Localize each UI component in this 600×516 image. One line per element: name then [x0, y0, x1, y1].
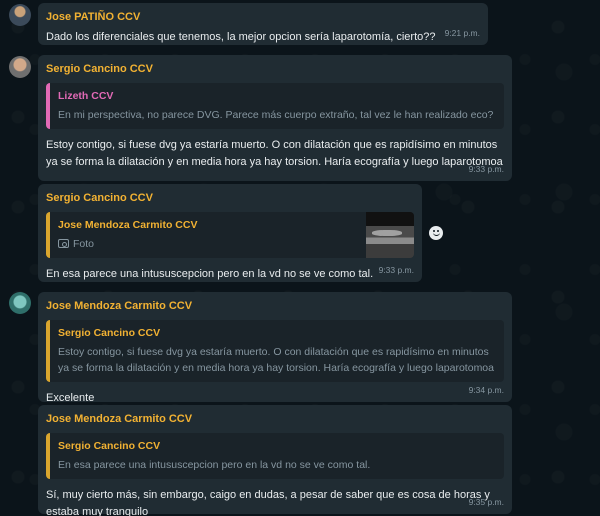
- quoted-sender: Lizeth CCV: [58, 90, 114, 102]
- quoted-message[interactable]: Jose Mendoza Carmito CCV Foto: [46, 212, 414, 258]
- message-time: 9:33 p.m.: [378, 265, 414, 275]
- message-bubble[interactable]: Jose Mendoza Carmito CCV Sergio Cancino …: [38, 405, 512, 516]
- message-time: 9:33 p.m.: [468, 164, 504, 174]
- sender-name: Jose PATIÑO CCV: [46, 11, 141, 23]
- message-text: Dado los diferenciales que tenemos, la m…: [46, 31, 436, 43]
- message-bubble[interactable]: Sergio Cancino CCV Jose Mendoza Carmito …: [38, 184, 422, 282]
- quoted-text: Foto: [73, 238, 95, 250]
- quoted-message[interactable]: Sergio Cancino CCV Estoy contigo, si fue…: [46, 320, 504, 382]
- emoji-mouth: [432, 232, 440, 236]
- avatar-jose-patino[interactable]: [9, 4, 31, 26]
- camera-icon: [58, 239, 69, 248]
- quoted-sender: Jose Mendoza Carmito CCV: [58, 219, 198, 231]
- sender-name: Sergio Cancino CCV: [46, 192, 153, 204]
- message-bubble[interactable]: Jose PATIÑO CCV Dado los diferenciales q…: [38, 3, 488, 45]
- sender-name: Jose Mendoza Carmito CCV: [46, 413, 193, 425]
- message-text: Estoy contigo, si fuese dvg ya estaría m…: [46, 139, 503, 168]
- message-text: Sí, muy cierto más, sin embargo, caigo e…: [46, 489, 490, 516]
- sender-name: Sergio Cancino CCV: [46, 63, 153, 75]
- quoted-message[interactable]: Sergio Cancino CCV En esa parece una int…: [46, 433, 504, 479]
- quoted-sender: Sergio Cancino CCV: [58, 440, 161, 452]
- message-time: 9:34 p.m.: [468, 385, 504, 395]
- sender-name: Jose Mendoza Carmito CCV: [46, 300, 193, 312]
- quoted-text: Estoy contigo, si fuese dvg ya estaría m…: [58, 346, 494, 374]
- message-bubble[interactable]: Sergio Cancino CCV Lizeth CCV En mi pers…: [38, 55, 512, 181]
- react-emoji-icon[interactable]: [429, 226, 443, 240]
- message-time: 9:35 p.m.: [468, 497, 504, 507]
- photo-thumbnail[interactable]: [366, 212, 414, 258]
- quoted-text: En esa parece una intususcepcion pero en…: [58, 459, 371, 471]
- message-text: En esa parece una intususcepcion pero en…: [46, 268, 374, 280]
- avatar-sergio-cancino[interactable]: [9, 56, 31, 78]
- message-bubble[interactable]: Jose Mendoza Carmito CCV Sergio Cancino …: [38, 292, 512, 404]
- avatar-jose-mendoza[interactable]: [9, 292, 31, 314]
- quoted-text: En mi perspectiva, no parece DVG. Parece…: [58, 109, 494, 121]
- quoted-message[interactable]: Lizeth CCV En mi perspectiva, no parece …: [46, 83, 504, 129]
- quoted-photo-label: Foto: [58, 236, 406, 252]
- quoted-sender: Sergio Cancino CCV: [58, 327, 161, 339]
- message-time: 9:21 p.m.: [444, 28, 480, 38]
